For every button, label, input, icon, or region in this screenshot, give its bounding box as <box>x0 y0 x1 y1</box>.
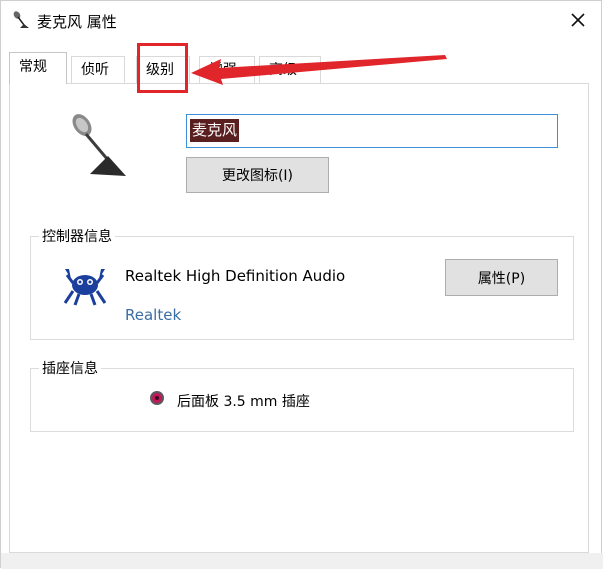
controller-info-label: 控制器信息 <box>39 226 115 246</box>
annotation-arrow-icon <box>191 55 447 85</box>
close-icon[interactable] <box>567 9 589 31</box>
jack-color-icon <box>150 391 164 405</box>
controller-device-name: Realtek High Definition Audio <box>125 267 346 285</box>
microphone-icon <box>13 11 29 28</box>
jack-info-text: 后面板 3.5 mm 插座 <box>177 394 310 410</box>
device-name-field[interactable] <box>186 114 558 148</box>
jack-info-group: 插座信息 后面板 3.5 mm 插座 <box>30 358 574 432</box>
realtek-crab-icon <box>63 269 107 306</box>
properties-button[interactable]: 属性(P) <box>445 259 558 296</box>
general-tab-panel: 麦克风 更改图标(I) 控制器信息 Realtek High Definitio… <box>9 83 589 553</box>
change-icon-button[interactable]: 更改图标(I) <box>186 157 329 193</box>
properties-dialog: 麦克风 属性 常规 侦听 级别 增强 高级 麦克风 更改图标(I) 控制器信息 <box>0 0 603 569</box>
window-title: 麦克风 属性 <box>37 13 117 31</box>
controller-info-group: 控制器信息 Realtek High Definition Audio Real… <box>30 226 574 340</box>
tab-listen[interactable]: 侦听 <box>71 56 125 83</box>
vendor-link[interactable]: Realtek <box>125 306 181 324</box>
device-name-selection: 麦克风 <box>190 119 240 142</box>
dialog-footer <box>1 553 603 569</box>
jack-info-label: 插座信息 <box>39 358 101 378</box>
microphone-icon <box>72 114 126 176</box>
title-bar: 麦克风 属性 <box>1 1 601 39</box>
tab-general[interactable]: 常规 <box>9 52 67 84</box>
